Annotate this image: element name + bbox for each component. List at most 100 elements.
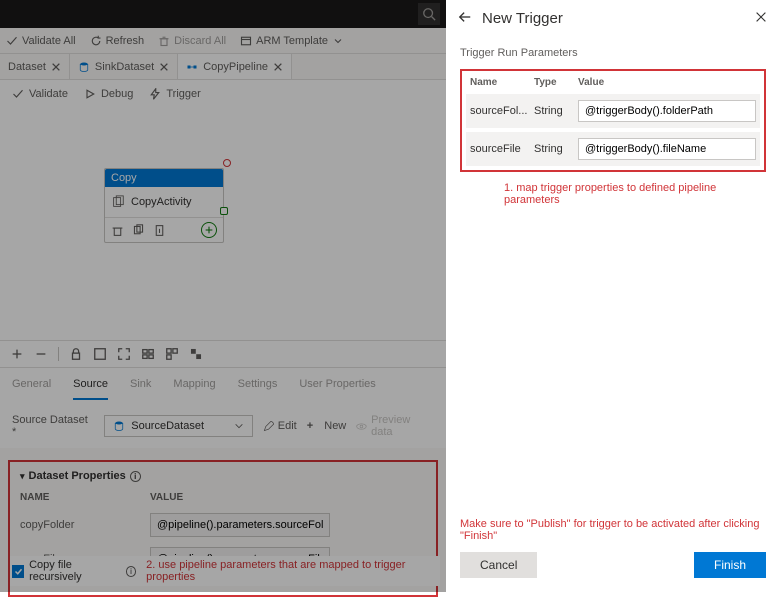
top-bar xyxy=(0,0,446,28)
output-connector[interactable] xyxy=(220,207,228,215)
param-value-input[interactable] xyxy=(578,138,756,160)
debug-label: Debug xyxy=(101,88,133,100)
trash-icon xyxy=(158,35,170,47)
dataset-properties-title[interactable]: ▾ Dataset Properties i xyxy=(20,470,426,482)
info-icon[interactable]: i xyxy=(126,566,136,577)
delete-icon[interactable] xyxy=(111,224,124,237)
col-name-header: NAME xyxy=(20,492,150,503)
tab-mapping[interactable]: Mapping xyxy=(173,378,215,400)
fullscreen-icon[interactable] xyxy=(117,347,131,361)
edit-label: Edit xyxy=(278,420,297,432)
trigger-button[interactable]: Trigger xyxy=(149,88,200,100)
tab-sinkdataset[interactable]: SinkDataset xyxy=(70,54,178,79)
info-icon[interactable] xyxy=(153,224,166,237)
edit-dataset-button[interactable]: Edit xyxy=(263,420,297,432)
source-properties: Source Dataset * SourceDataset Edit + Ne… xyxy=(0,400,446,448)
source-dataset-value: SourceDataset xyxy=(131,420,204,432)
finish-button[interactable]: Finish xyxy=(694,552,766,578)
arm-template-button[interactable]: ARM Template xyxy=(240,35,344,47)
new-dataset-button[interactable]: + New xyxy=(307,420,347,432)
layout-icon[interactable] xyxy=(165,347,179,361)
tab-copypipeline[interactable]: CopyPipeline xyxy=(178,54,292,79)
col-value: Value xyxy=(578,77,604,88)
bottom-row: Copy file recursively i 2. use pipeline … xyxy=(10,556,440,586)
editor-tabs: Dataset SinkDataset CopyPipeline xyxy=(0,54,446,80)
tab-general[interactable]: General xyxy=(12,378,51,400)
preview-label: Preview data xyxy=(371,414,434,438)
tab-dataset[interactable]: Dataset xyxy=(0,54,70,79)
tab-close[interactable] xyxy=(51,62,61,72)
tab-close[interactable] xyxy=(159,62,169,72)
param-row: sourceFile String xyxy=(466,132,760,166)
validate-all-button[interactable]: Validate All xyxy=(6,35,76,47)
fit-icon[interactable] xyxy=(93,347,107,361)
info-icon[interactable]: i xyxy=(130,471,141,482)
search-button[interactable] xyxy=(418,3,440,25)
chevron-down-icon xyxy=(332,35,344,47)
annotation-1: 1. map trigger properties to defined pip… xyxy=(504,182,766,206)
panel-title: New Trigger xyxy=(482,10,563,27)
tab-user-properties[interactable]: User Properties xyxy=(299,378,375,400)
prop-value-input[interactable] xyxy=(150,513,330,537)
template-icon xyxy=(240,35,252,47)
tab-source[interactable]: Source xyxy=(73,378,108,400)
snap-icon[interactable] xyxy=(189,347,203,361)
trigger-params-box: Name Type Value sourceFol... String sour… xyxy=(460,69,766,172)
pencil-icon xyxy=(263,421,274,432)
preview-data-button[interactable]: Preview data xyxy=(356,414,434,438)
property-tabs: General Source Sink Mapping Settings Use… xyxy=(0,368,446,400)
search-icon xyxy=(422,7,436,21)
source-dataset-select[interactable]: SourceDataset xyxy=(104,415,253,437)
checkbox-icon xyxy=(12,565,24,578)
play-icon xyxy=(84,88,96,100)
param-value-input[interactable] xyxy=(578,100,756,122)
zoom-out-icon[interactable] xyxy=(34,347,48,361)
refresh-button[interactable]: Refresh xyxy=(90,35,145,47)
param-row: sourceFol... String xyxy=(466,94,760,128)
align-icon[interactable] xyxy=(141,347,155,361)
param-name: sourceFol... xyxy=(470,105,534,117)
refresh-label: Refresh xyxy=(106,35,145,47)
pipeline-canvas[interactable]: Copy CopyActivity xyxy=(0,108,446,340)
back-button[interactable] xyxy=(458,10,472,27)
tab-settings[interactable]: Settings xyxy=(238,378,278,400)
cancel-button[interactable]: Cancel xyxy=(460,552,537,578)
activity-name: CopyActivity xyxy=(131,196,192,208)
tab-close[interactable] xyxy=(273,62,283,72)
dataset-icon xyxy=(78,61,90,73)
tab-label: SinkDataset xyxy=(95,61,154,73)
add-output-button[interactable] xyxy=(201,222,217,238)
new-trigger-panel: New Trigger Trigger Run Parameters Name … xyxy=(446,0,780,592)
selection-handle[interactable] xyxy=(223,159,231,167)
panel-footer: Make sure to "Publish" for trigger to be… xyxy=(446,508,780,592)
tab-label: Dataset xyxy=(8,61,46,73)
zoom-in-icon[interactable] xyxy=(10,347,24,361)
activity-header: Copy xyxy=(105,169,223,187)
copy-activity[interactable]: Copy CopyActivity xyxy=(104,168,224,243)
dataset-properties-title-text: Dataset Properties xyxy=(29,470,126,482)
check-icon xyxy=(12,88,24,100)
trigger-label: Trigger xyxy=(166,88,200,100)
discard-all-label: Discard All xyxy=(174,35,226,47)
annotation-2: 2. use pipeline parameters that are mapp… xyxy=(146,559,438,583)
param-type: String xyxy=(534,105,578,117)
activity-body: CopyActivity xyxy=(105,187,223,217)
tab-sink[interactable]: Sink xyxy=(130,378,151,400)
activity-footer xyxy=(105,217,223,242)
main-app: Validate All Refresh Discard All ARM Tem… xyxy=(0,0,446,592)
discard-all-button[interactable]: Discard All xyxy=(158,35,226,47)
col-value-header: VALUE xyxy=(150,492,183,503)
clone-icon[interactable] xyxy=(132,224,145,237)
debug-button[interactable]: Debug xyxy=(84,88,133,100)
validate-all-label: Validate All xyxy=(22,35,76,47)
pipeline-icon xyxy=(186,61,198,73)
param-header: Name Type Value xyxy=(466,71,760,90)
canvas-toolbar xyxy=(0,340,446,368)
copy-recursively-checkbox[interactable]: Copy file recursively i xyxy=(12,559,136,583)
chevron-down-icon xyxy=(234,421,244,431)
lock-icon[interactable] xyxy=(69,347,83,361)
section-title: Trigger Run Parameters xyxy=(460,47,766,59)
close-button[interactable] xyxy=(754,10,768,27)
bolt-icon xyxy=(149,88,161,100)
validate-button[interactable]: Validate xyxy=(12,88,68,100)
